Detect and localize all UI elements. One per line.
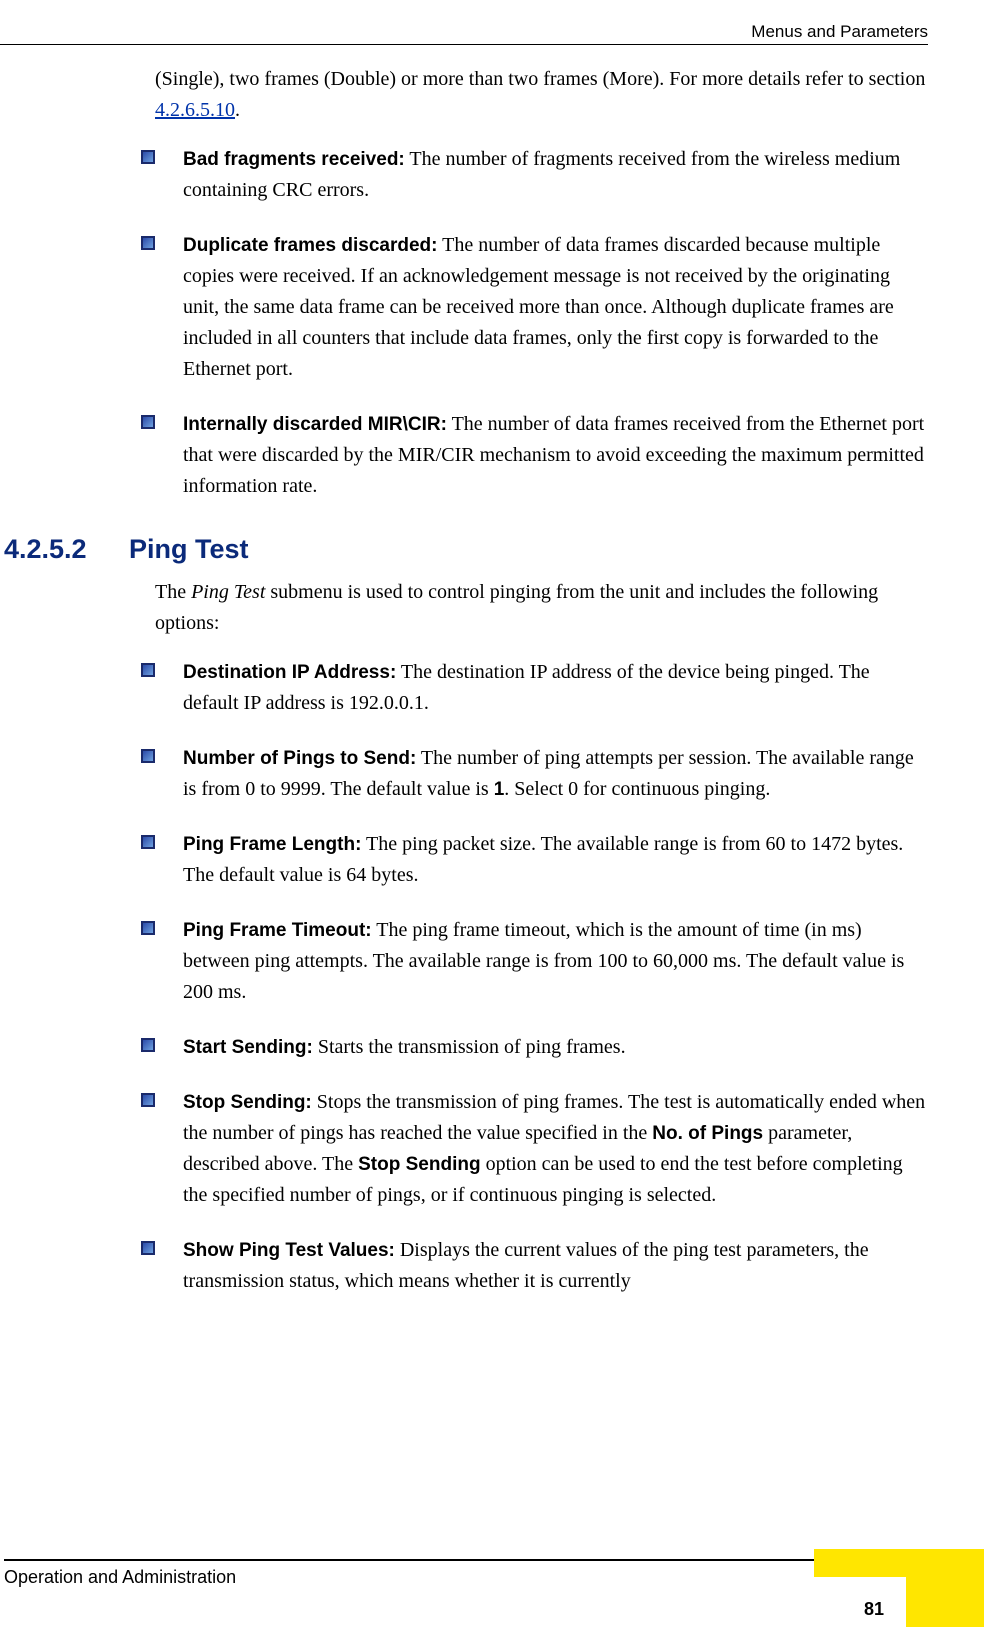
list-item: Ping Frame Length: The ping packet size.… bbox=[155, 829, 928, 891]
bold-inline: No. of Pings bbox=[652, 1123, 763, 1144]
section-title: Ping Test bbox=[129, 534, 249, 565]
section-heading: 4.2.5.2 Ping Test bbox=[0, 534, 928, 565]
term: Show Ping Test Values: bbox=[183, 1240, 395, 1261]
main-content: (Single), two frames (Double) or more th… bbox=[155, 64, 928, 1321]
section-link[interactable]: 4.2.6.5.10 bbox=[155, 99, 235, 121]
square-bullet-icon bbox=[141, 1241, 155, 1255]
page: Menus and Parameters (Single), two frame… bbox=[0, 0, 984, 1595]
term: Stop Sending: bbox=[183, 1092, 312, 1113]
list-item: Destination IP Address: The destination … bbox=[155, 657, 928, 719]
square-bullet-icon bbox=[141, 663, 155, 677]
footer-rule bbox=[4, 1559, 814, 1561]
bold-inline: 1 bbox=[494, 779, 505, 800]
text: . bbox=[235, 99, 240, 121]
term: Destination IP Address: bbox=[183, 662, 396, 683]
square-bullet-icon bbox=[141, 1038, 155, 1052]
text: The bbox=[155, 581, 191, 603]
term: Ping Frame Timeout: bbox=[183, 920, 372, 941]
definition: . Select 0 for continuous pinging. bbox=[504, 778, 770, 800]
bullet-list-b: Destination IP Address: The destination … bbox=[155, 657, 928, 1297]
emphasis: Ping Test bbox=[191, 581, 265, 603]
list-item: Duplicate frames discarded: The number o… bbox=[155, 230, 928, 385]
list-item: Start Sending: Starts the transmission o… bbox=[155, 1032, 928, 1063]
section-number: 4.2.5.2 bbox=[0, 534, 129, 565]
bold-inline: Stop Sending bbox=[358, 1154, 480, 1175]
header-rule bbox=[0, 44, 928, 45]
square-bullet-icon bbox=[141, 921, 155, 935]
ping-intro-paragraph: The Ping Test submenu is used to control… bbox=[155, 577, 928, 639]
running-header: Menus and Parameters bbox=[751, 22, 928, 42]
definition: Starts the transmission of ping frames. bbox=[313, 1036, 626, 1058]
bullet-list-a: Bad fragments received: The number of fr… bbox=[155, 144, 928, 502]
term: Number of Pings to Send: bbox=[183, 748, 416, 769]
list-item: Ping Frame Timeout: The ping frame timeo… bbox=[155, 915, 928, 1008]
square-bullet-icon bbox=[141, 415, 155, 429]
square-bullet-icon bbox=[141, 150, 155, 164]
footer-chapter: Operation and Administration bbox=[4, 1567, 236, 1588]
footer-white-block bbox=[814, 1577, 906, 1637]
square-bullet-icon bbox=[141, 1093, 155, 1107]
list-item: Number of Pings to Send: The number of p… bbox=[155, 743, 928, 805]
list-item: Internally discarded MIR\CIR: The number… bbox=[155, 409, 928, 502]
square-bullet-icon bbox=[141, 835, 155, 849]
square-bullet-icon bbox=[141, 749, 155, 763]
term: Start Sending: bbox=[183, 1037, 313, 1058]
term: Internally discarded MIR\CIR: bbox=[183, 414, 447, 435]
continuation-paragraph: (Single), two frames (Double) or more th… bbox=[155, 64, 928, 126]
list-item: Stop Sending: Stops the transmission of … bbox=[155, 1087, 928, 1211]
page-number: 81 bbox=[864, 1599, 884, 1620]
term: Duplicate frames discarded: bbox=[183, 235, 437, 256]
text: (Single), two frames (Double) or more th… bbox=[155, 68, 925, 90]
square-bullet-icon bbox=[141, 236, 155, 250]
term: Bad fragments received: bbox=[183, 149, 405, 170]
list-item: Bad fragments received: The number of fr… bbox=[155, 144, 928, 206]
term: Ping Frame Length: bbox=[183, 834, 361, 855]
list-item: Show Ping Test Values: Displays the curr… bbox=[155, 1235, 928, 1297]
